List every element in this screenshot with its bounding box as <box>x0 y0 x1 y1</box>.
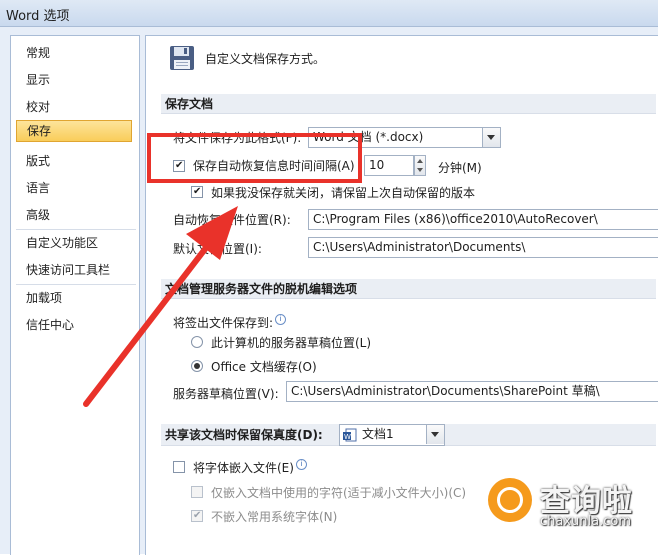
autorecover-label: 保存自动恢复信息时间间隔(A) <box>193 159 355 173</box>
save-format-dropdown[interactable]: Word 文档 (*.docx) <box>308 127 501 148</box>
minutes-label: 分钟(M) <box>438 161 482 175</box>
svg-text:W: W <box>344 433 351 441</box>
spinner-down-icon[interactable] <box>417 168 423 172</box>
sidebar-item-add-ins[interactable]: 加载项 <box>16 287 132 309</box>
autorecover-minutes-input[interactable]: 10 <box>364 155 414 176</box>
autorecover-location-input[interactable]: C:\Program Files (x86)\office2010\AutoRe… <box>308 209 658 230</box>
sidebar-item-layout[interactable]: 版式 <box>16 150 132 172</box>
default-location-label: 默认文件位置(I): <box>173 242 262 256</box>
sidebar-item-save[interactable]: 保存 <box>16 120 132 142</box>
checkout-label: 将签出文件保存到: i <box>173 314 287 331</box>
radio-office-cache[interactable] <box>191 360 203 372</box>
default-location-input[interactable]: C:\Users\Administrator\Documents\ <box>308 237 658 258</box>
sidebar-item-proofing[interactable]: 校对 <box>16 96 132 118</box>
fidelity-document-dropdown[interactable]: W 文档1 <box>339 424 445 446</box>
page-title: 自定义文档保存方式。 <box>205 52 326 66</box>
embed-used-chars-label: 仅嵌入文档中使用的字符(适于减小文件大小)(C) <box>211 486 467 500</box>
sidebar-item-customize-ribbon[interactable]: 自定义功能区 <box>16 232 132 254</box>
dialog-body: 常规 显示 校对 保存 版式 语言 高级 自定义功能区 快速访问工具栏 加载项 … <box>0 27 658 555</box>
save-format-label: 将文件保存为此格式(F): <box>173 131 302 145</box>
chevron-down-icon[interactable] <box>482 128 500 147</box>
no-common-fonts-checkbox[interactable] <box>191 510 203 522</box>
options-sidebar: 常规 显示 校对 保存 版式 语言 高级 自定义功能区 快速访问工具栏 加载项 … <box>10 35 140 555</box>
chevron-down-icon[interactable] <box>426 425 444 444</box>
sidebar-item-general[interactable]: 常规 <box>16 42 132 64</box>
minutes-spinner[interactable] <box>414 155 426 176</box>
section-header-save-documents: 保存文档 <box>161 94 656 114</box>
save-options-panel: 自定义文档保存方式。 保存文档 将文件保存为此格式(F): Word 文档 (*… <box>145 35 658 555</box>
fidelity-label: 共享该文档时保留保真度(D): <box>165 428 323 442</box>
save-format-value: Word 文档 (*.docx) <box>313 130 424 144</box>
sidebar-divider <box>16 284 136 285</box>
window-title: Word 选项 <box>6 9 70 24</box>
server-drafts-location-input[interactable]: C:\Users\Administrator\Documents\SharePo… <box>286 381 658 402</box>
embed-used-chars-checkbox[interactable] <box>191 486 203 498</box>
embed-fonts-label: 将字体嵌入文件(E) i <box>193 459 307 476</box>
keep-last-version-label: 如果我没保存就关闭，请保留上次自动保留的版本 <box>211 186 476 200</box>
sidebar-divider <box>16 229 136 230</box>
spinner-up-icon[interactable] <box>417 159 423 163</box>
word-document-icon: W <box>343 428 357 442</box>
fidelity-document-value: 文档1 <box>362 427 394 441</box>
office-cache-option-label: Office 文档缓存(O) <box>211 360 317 374</box>
embed-fonts-checkbox[interactable] <box>173 461 185 473</box>
no-common-fonts-label: 不嵌入常用系统字体(N) <box>211 510 338 524</box>
radio-server-drafts[interactable] <box>191 336 203 348</box>
sidebar-item-language[interactable]: 语言 <box>16 177 132 199</box>
autorecover-location-label: 自动恢复文件位置(R): <box>173 213 291 227</box>
sidebar-item-trust-center[interactable]: 信任中心 <box>16 314 132 336</box>
floppy-disk-icon <box>170 46 194 70</box>
title-bar: Word 选项 <box>0 0 658 27</box>
sidebar-item-quick-access-toolbar[interactable]: 快速访问工具栏 <box>16 259 132 281</box>
info-icon: i <box>295 459 307 470</box>
section-header-offline-editing: 文档管理服务器文件的脱机编辑选项 <box>161 279 656 299</box>
autorecover-checkbox[interactable] <box>173 160 185 172</box>
sidebar-item-display[interactable]: 显示 <box>16 69 132 91</box>
server-drafts-option-label: 此计算机的服务器草稿位置(L) <box>211 336 372 350</box>
sidebar-item-advanced[interactable]: 高级 <box>16 204 132 226</box>
server-drafts-location-label: 服务器草稿位置(V): <box>173 387 279 401</box>
info-icon: i <box>275 314 287 325</box>
keep-last-version-checkbox[interactable] <box>191 186 203 198</box>
